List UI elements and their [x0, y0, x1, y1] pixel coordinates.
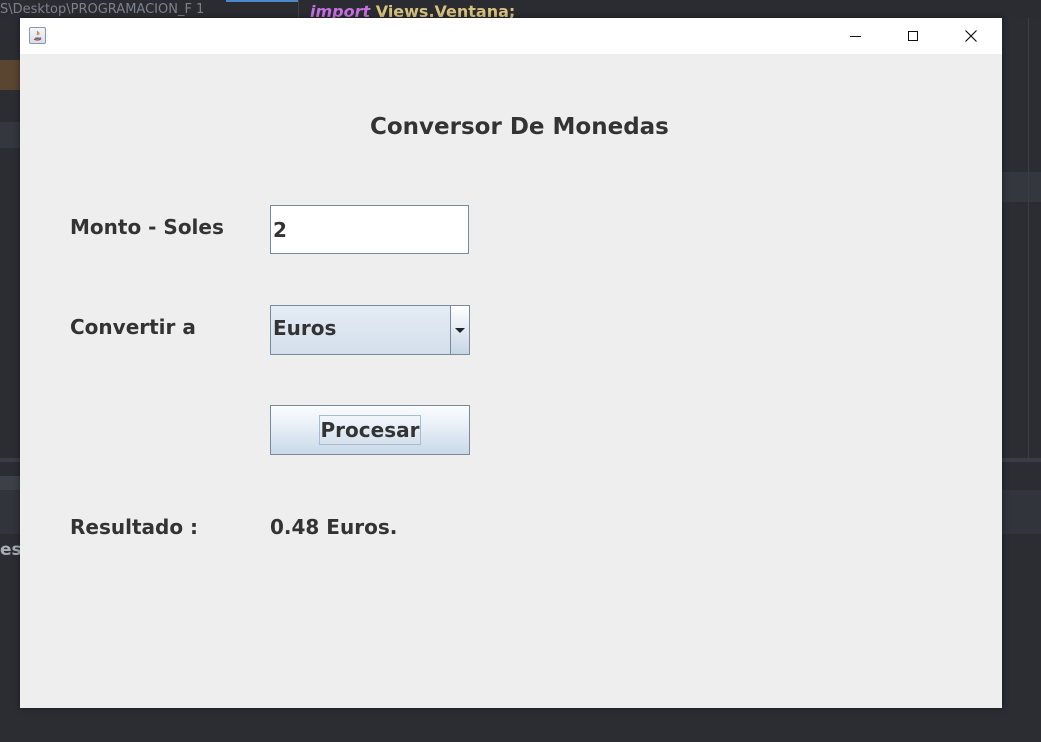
currency-dropdown-button[interactable] — [450, 306, 469, 354]
maximize-button[interactable] — [884, 18, 942, 54]
amount-label: Monto - Soles — [70, 215, 224, 239]
amount-input[interactable] — [270, 205, 469, 254]
close-button[interactable] — [942, 18, 1000, 54]
close-icon — [965, 30, 977, 42]
minimize-button[interactable] — [826, 18, 884, 54]
ide-left-highlight — [0, 60, 20, 90]
app-window: Conversor De Monedas Monto - Soles Conve… — [20, 18, 1002, 708]
java-icon[interactable] — [29, 27, 46, 44]
page-title: Conversor De Monedas — [370, 114, 669, 140]
ide-left-band — [0, 476, 20, 490]
minimize-icon — [849, 35, 861, 37]
result-value: 0.48 Euros. — [270, 515, 398, 539]
currency-select[interactable]: Euros — [270, 305, 470, 355]
ide-code-keyword: import — [310, 2, 371, 18]
ide-left-text: es — [0, 540, 22, 560]
ide-right-divider — [1028, 18, 1029, 458]
currency-selected-value: Euros — [273, 316, 337, 340]
maximize-icon — [908, 31, 918, 41]
ide-separator — [298, 0, 299, 18]
chevron-down-icon — [455, 327, 465, 333]
ide-code-text: Views.Ventana; — [370, 2, 516, 18]
ide-tab-bar: S\Desktop\PROGRAMACION_F 1 import Views.… — [0, 0, 1041, 18]
ide-code-line: import Views.Ventana; — [310, 2, 515, 18]
window-titlebar[interactable] — [20, 18, 1002, 54]
convert-label: Convertir a — [70, 315, 196, 339]
process-button[interactable]: Procesar — [270, 405, 470, 455]
result-label: Resultado : — [70, 515, 199, 539]
process-button-label: Procesar — [318, 415, 422, 445]
ide-file-path: S\Desktop\PROGRAMACION_F 1 — [0, 2, 205, 17]
ide-left-bar — [0, 122, 20, 148]
ide-right-bar — [1002, 172, 1041, 202]
ide-active-tab-indicator — [226, 0, 298, 2]
